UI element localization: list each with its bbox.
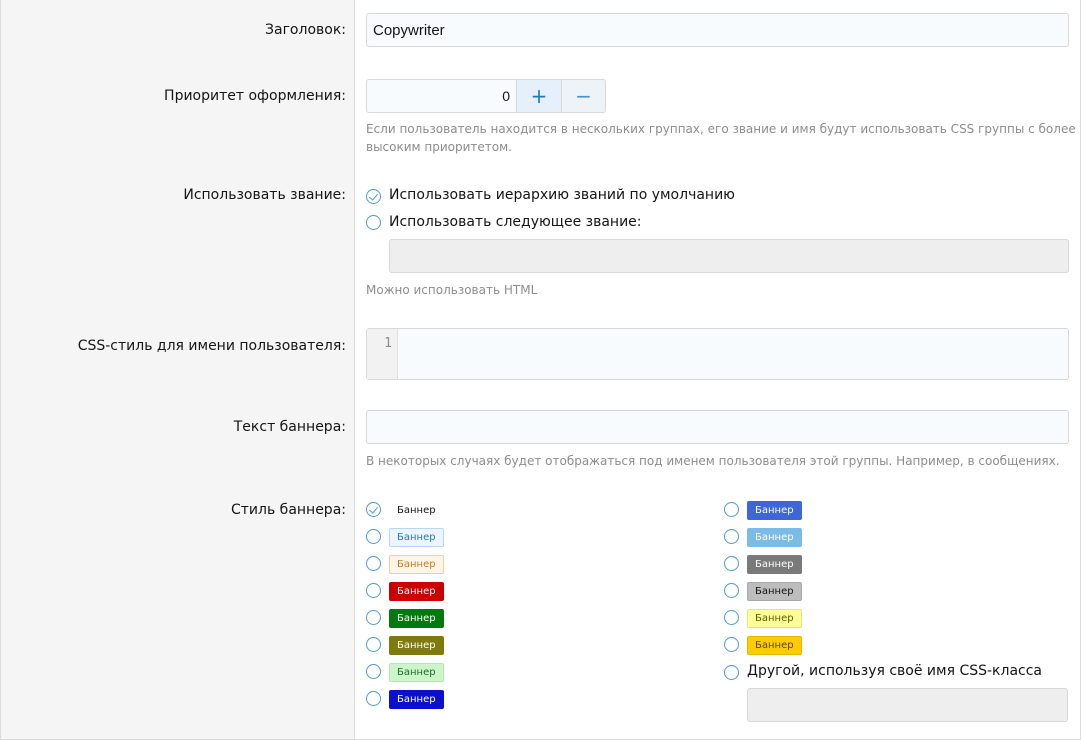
banner-other-label[interactable]: Другой, используя своё имя CSS-класса bbox=[747, 663, 1042, 679]
banner-style-preview[interactable]: Баннер bbox=[389, 690, 444, 709]
banner-style-preview[interactable]: Баннер bbox=[389, 636, 444, 655]
rank-hint: Можно использовать HTML bbox=[366, 283, 538, 297]
banner-style-preview[interactable]: Баннер bbox=[389, 501, 444, 520]
banner-style-radio[interactable] bbox=[366, 556, 381, 571]
title-input[interactable]: Copywriter bbox=[366, 13, 1069, 47]
priority-hint-line2: высоким приоритетом. bbox=[366, 140, 512, 154]
banner-style-preview[interactable]: Баннер bbox=[747, 636, 802, 655]
priority-increment-button[interactable]: + bbox=[517, 80, 561, 112]
label-column bbox=[1, 0, 355, 739]
banner-style-radio[interactable] bbox=[724, 583, 739, 598]
banner-style-preview[interactable]: Баннер bbox=[747, 501, 802, 520]
banner-style-radio[interactable] bbox=[724, 502, 739, 517]
username-css-label: CSS-стиль для имени пользователя: bbox=[77, 338, 346, 354]
username-css-editor[interactable]: 1 bbox=[366, 328, 1069, 380]
banner-style-preview[interactable]: Баннер bbox=[389, 528, 444, 547]
banner-style-preview[interactable]: Баннер bbox=[747, 609, 802, 628]
rank-custom-label[interactable]: Использовать следующее звание: bbox=[389, 214, 642, 230]
priority-input[interactable]: 0 bbox=[367, 80, 517, 112]
priority-hint-line1: Если пользователь находится в нескольких… bbox=[366, 122, 1076, 136]
banner-style-radio[interactable] bbox=[724, 556, 739, 571]
title-input-value: Copywriter bbox=[373, 21, 445, 39]
banner-style-radio[interactable] bbox=[366, 583, 381, 598]
banner-other-radio[interactable] bbox=[724, 665, 739, 680]
line-number-gutter: 1 bbox=[367, 329, 398, 379]
username-css-content[interactable] bbox=[398, 329, 1068, 379]
banner-style-radio[interactable] bbox=[366, 529, 381, 544]
banner-style-preview[interactable]: Баннер bbox=[747, 555, 802, 574]
banner-style-radio[interactable] bbox=[366, 637, 381, 652]
banner-style-preview[interactable]: Баннер bbox=[389, 609, 444, 628]
banner-style-preview[interactable]: Баннер bbox=[389, 663, 444, 682]
rank-custom-radio[interactable] bbox=[366, 215, 381, 230]
banner-text-input[interactable] bbox=[366, 410, 1069, 444]
banner-style-preview[interactable]: Баннер bbox=[747, 582, 802, 601]
rank-default-radio[interactable] bbox=[366, 189, 381, 204]
banner-style-preview[interactable]: Баннер bbox=[389, 555, 444, 574]
banner-text-label: Текст баннера: bbox=[233, 419, 346, 435]
banner-style-radio[interactable] bbox=[366, 610, 381, 625]
banner-style-radio[interactable] bbox=[366, 691, 381, 706]
rank-label: Использовать звание: bbox=[183, 187, 346, 203]
banner-style-radio[interactable] bbox=[724, 610, 739, 625]
banner-other-input[interactable] bbox=[747, 688, 1068, 722]
banner-style-preview[interactable]: Баннер bbox=[747, 528, 802, 547]
rank-default-label[interactable]: Использовать иерархию званий по умолчани… bbox=[389, 187, 735, 203]
title-label: Заголовок: bbox=[265, 22, 346, 38]
banner-style-radio[interactable] bbox=[366, 664, 381, 679]
banner-style-radio[interactable] bbox=[724, 529, 739, 544]
banner-style-preview[interactable]: Баннер bbox=[389, 582, 444, 601]
priority-label: Приоритет оформления: bbox=[164, 88, 346, 104]
banner-style-label: Стиль баннера: bbox=[231, 502, 346, 518]
banner-style-radio[interactable] bbox=[366, 502, 381, 517]
rank-custom-input[interactable] bbox=[389, 239, 1069, 273]
banner-text-hint: В некоторых случаях будет отображаться п… bbox=[366, 454, 1060, 468]
banner-style-radio[interactable] bbox=[724, 637, 739, 652]
priority-stepper: 0 + − bbox=[366, 79, 606, 113]
priority-decrement-button[interactable]: − bbox=[561, 80, 605, 112]
